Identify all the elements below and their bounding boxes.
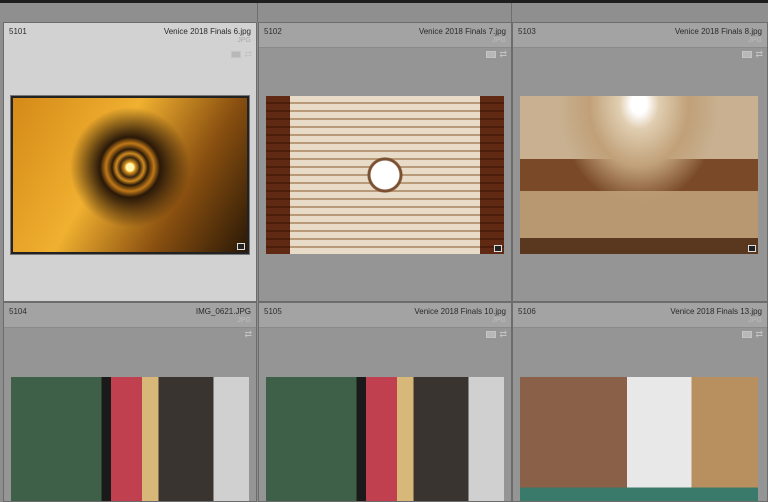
thumbnail-ornate-hall[interactable]	[520, 96, 758, 254]
cell-filetype: JPG	[237, 317, 251, 324]
thumbnail-coffered-ceiling[interactable]	[266, 96, 504, 254]
rotate-icon[interactable]: ⇄	[499, 331, 507, 338]
rotate-icon[interactable]: ⇄	[244, 331, 252, 338]
cell-filename: Venice 2018 Finals 8.jpg	[675, 27, 762, 36]
rotate-icon[interactable]: ⇄	[755, 331, 763, 338]
grid-cell-5104[interactable]: 5104 IMG_0621.JPG JPG ⇄	[3, 302, 257, 502]
cell-header: 5103 Venice 2018 Finals 8.jpg JPG	[513, 23, 767, 48]
cell-index: 5102	[264, 27, 282, 36]
rotate-icon[interactable]: ⇄	[755, 51, 763, 58]
grid-cell-5105[interactable]: 5105 Venice 2018 Finals 10.jpg JPG ⇄	[258, 302, 512, 502]
thumbnail-canal[interactable]	[520, 377, 758, 502]
thumbnail-gondola[interactable]	[266, 377, 504, 502]
rotate-icon[interactable]: ⇄	[499, 51, 507, 58]
badge-icon	[494, 245, 502, 252]
cell-filetype: JPG	[237, 37, 251, 44]
cell-index: 5105	[264, 307, 282, 316]
crop-badge-icon[interactable]	[486, 331, 496, 338]
badge-icon	[748, 245, 756, 252]
previous-row-strip	[0, 0, 768, 22]
badge-icon	[237, 243, 245, 250]
crop-badge-icon[interactable]	[231, 51, 241, 58]
cell-header: 5102 Venice 2018 Finals 7.jpg JPG	[259, 23, 511, 48]
cell-filename: IMG_0621.JPG	[196, 307, 251, 316]
thumbnail-spiral-staircase[interactable]	[11, 96, 249, 254]
cell-filetype: JPG	[492, 37, 506, 44]
cell-filetype: JPG	[748, 317, 762, 324]
cell-index: 5103	[518, 27, 536, 36]
grid-cell-5101[interactable]: 5101 Venice 2018 Finals 6.jpg JPG ⇄	[3, 22, 257, 302]
cell-index: 5101	[9, 27, 27, 36]
cell-header: 5106 Venice 2018 Finals 13.jpg JPG	[513, 303, 767, 328]
cell-index: 5106	[518, 307, 536, 316]
crop-badge-icon[interactable]	[486, 51, 496, 58]
cell-filename: Venice 2018 Finals 7.jpg	[419, 27, 506, 36]
cell-header: 5101 Venice 2018 Finals 6.jpg JPG	[4, 23, 256, 48]
column-divider	[257, 3, 258, 22]
cell-filetype: JPG	[748, 37, 762, 44]
cell-filename: Venice 2018 Finals 10.jpg	[414, 307, 506, 316]
grid-cell-5103[interactable]: 5103 Venice 2018 Finals 8.jpg JPG ⇄	[512, 22, 768, 302]
cell-header: 5105 Venice 2018 Finals 10.jpg JPG	[259, 303, 511, 328]
thumbnail-gondola[interactable]	[11, 377, 249, 502]
crop-badge-icon[interactable]	[742, 51, 752, 58]
cell-filename: Venice 2018 Finals 13.jpg	[670, 307, 762, 316]
cell-filename: Venice 2018 Finals 6.jpg	[164, 27, 251, 36]
crop-badge-icon[interactable]	[742, 331, 752, 338]
cell-filetype: JPG	[492, 317, 506, 324]
grid-cell-5106[interactable]: 5106 Venice 2018 Finals 13.jpg JPG ⇄	[512, 302, 768, 502]
cell-header: 5104 IMG_0621.JPG JPG	[4, 303, 256, 328]
cell-index: 5104	[9, 307, 27, 316]
grid-cell-5102[interactable]: 5102 Venice 2018 Finals 7.jpg JPG ⇄	[258, 22, 512, 302]
column-divider	[511, 3, 512, 22]
rotate-icon[interactable]: ⇄	[244, 51, 252, 58]
